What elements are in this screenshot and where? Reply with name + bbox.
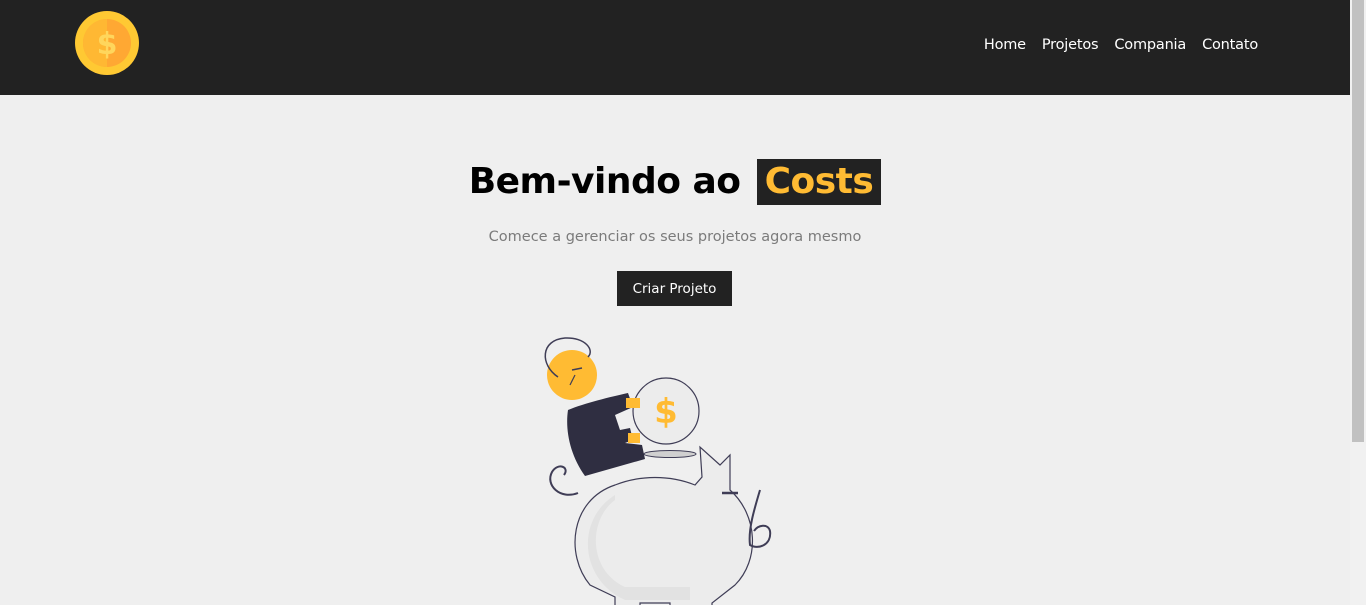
nav-links: Home Projetos Compania Contato: [968, 36, 1258, 54]
svg-text:$: $: [97, 27, 118, 62]
nav-item-home: Home: [984, 36, 1026, 54]
nav-link-home[interactable]: Home: [984, 37, 1026, 53]
scrollbar-thumb[interactable]: [1352, 0, 1364, 442]
navbar: $ Home Projetos Compania Contato: [0, 0, 1350, 95]
home-hero: Bem-vindo ao Costs Comece a gerenciar os…: [0, 95, 1350, 605]
title-highlight: Costs: [756, 159, 882, 205]
nav-item-projetos: Projetos: [1042, 36, 1099, 54]
title-prefix: Bem-vindo ao: [468, 161, 741, 202]
vertical-scrollbar[interactable]: [1350, 0, 1366, 605]
nav-link-compania[interactable]: Compania: [1114, 37, 1186, 53]
coin-dollar-icon[interactable]: $: [75, 11, 139, 75]
piggy-bank-illustration: $: [544, 337, 772, 605]
create-project-button[interactable]: Criar Projeto: [617, 271, 732, 306]
nav-link-projetos[interactable]: Projetos: [1042, 37, 1099, 53]
svg-text:$: $: [654, 392, 678, 432]
page-subtitle: Comece a gerenciar os seus projetos agor…: [488, 229, 862, 245]
page-title: Bem-vindo ao Costs: [0, 159, 1350, 205]
nav-link-contato[interactable]: Contato: [1202, 37, 1258, 53]
nav-item-compania: Compania: [1114, 36, 1186, 54]
page: $ Home Projetos Compania Contato Bem-vin…: [0, 0, 1366, 605]
nav-item-contato: Contato: [1202, 36, 1258, 54]
